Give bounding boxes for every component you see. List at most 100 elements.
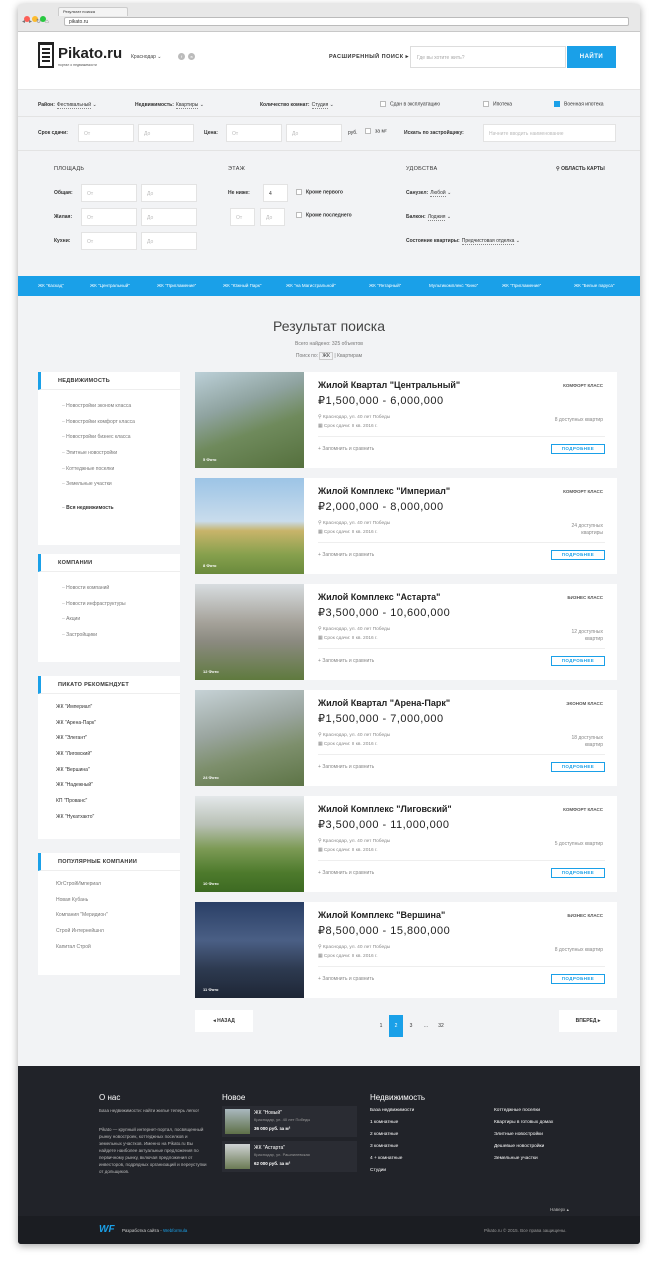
sidebar-item[interactable]: Новостройки комфорт класса (38, 415, 180, 431)
category-link[interactable]: ЖК "Пригламение" (502, 283, 541, 288)
search-button[interactable]: НАЙТИ (567, 46, 616, 68)
not-last-checkbox[interactable]: Кроме последнего (296, 212, 352, 218)
sidebar-item[interactable]: Акции (38, 612, 180, 628)
sidebar-item[interactable]: ЖК "Арена-Парк" (38, 716, 180, 732)
category-link[interactable]: ЖК "Центральный" (90, 283, 130, 288)
city-select[interactable]: Краснодар ⌄ (131, 54, 161, 60)
estate-select[interactable]: Квартиры (175, 102, 199, 109)
result-card[interactable]: 5 Фото Жилой Квартал "Центральный" ₽1,50… (195, 372, 617, 468)
card-title[interactable]: Жилой Комплекс "Вершина" (318, 910, 445, 920)
details-button[interactable]: ПОДРОБНЕЕ (551, 444, 605, 454)
sidebar-item[interactable]: Новости инфраструктуры (38, 597, 180, 613)
card-title[interactable]: Жилой Комплекс "Астарта" (318, 592, 440, 602)
compare-link[interactable]: + Запомнить и сравнить (318, 976, 374, 982)
map-area-link[interactable]: ⚲ ОБЛАСТЬ КАРТЫ (556, 166, 605, 172)
facebook-icon[interactable]: f (178, 53, 185, 60)
category-link[interactable]: ЖК "Янтарный" (369, 283, 401, 288)
area-total-to[interactable]: До (141, 184, 197, 202)
sidebar-item[interactable]: Строй Интернейшнл (38, 924, 180, 940)
not-first-checkbox[interactable]: Кроме первого (296, 189, 343, 195)
term-from-input[interactable]: От (78, 124, 134, 142)
sidebar-item[interactable]: Коттеджные поселки (38, 462, 180, 478)
per-m2-checkbox[interactable]: за м² (365, 128, 387, 134)
browser-tab[interactable]: Результат поиска (58, 7, 128, 16)
card-title[interactable]: Жилой Квартал "Арена-Парк" (318, 698, 450, 708)
category-link[interactable]: ЖК "на Магистральной" (286, 283, 336, 288)
compare-link[interactable]: + Запомнить и сравнить (318, 870, 374, 876)
sidebar-item[interactable]: ЖК "Вершина" (38, 763, 180, 779)
prev-page-button[interactable]: ◂ НАЗАД (195, 1010, 253, 1032)
category-link[interactable]: ЖК "Каскад" (38, 283, 64, 288)
card-photo[interactable]: 5 Фото (195, 372, 304, 468)
term-to-input[interactable]: До (138, 124, 194, 142)
next-page-button[interactable]: ВПЕРЕД ▸ (559, 1010, 617, 1032)
footer-link[interactable]: 3 комнатные (370, 1144, 398, 1149)
footer-link[interactable]: 1 комнатные (370, 1120, 398, 1125)
rooms-select[interactable]: Студия (311, 102, 329, 109)
sidebar-item[interactable]: Земельные участки (38, 477, 180, 493)
footer-link[interactable]: Земельные участки (494, 1156, 538, 1161)
result-card[interactable]: 12 Фото Жилой Комплекс "Астарта" ₽3,500,… (195, 584, 617, 680)
bathroom-select[interactable]: Любой (430, 190, 446, 197)
area-total-from[interactable]: От (81, 184, 137, 202)
area-living-to[interactable]: До (141, 208, 197, 226)
compare-link[interactable]: + Запомнить и сравнить (318, 658, 374, 664)
footer-link[interactable]: База недвижимости (370, 1108, 414, 1113)
footer-link[interactable]: Дешевые новостройки (494, 1144, 544, 1149)
logo-text[interactable]: Pikato.ru (58, 45, 122, 62)
sidebar-item[interactable]: Элитные новостройки (38, 446, 180, 462)
developer-input[interactable]: Начните вводить наименование (483, 124, 616, 142)
price-to-input[interactable]: До (286, 124, 342, 142)
building-logo-icon[interactable] (38, 42, 54, 68)
sidebar-item[interactable]: Новостройки бизнес класса (38, 430, 180, 446)
details-button[interactable]: ПОДРОБНЕЕ (551, 656, 605, 666)
result-card[interactable]: 8 Фото Жилой Комплекс "Империал" ₽2,000,… (195, 478, 617, 574)
footer-link[interactable]: Элитные новостройки (494, 1132, 543, 1137)
sidebar-item[interactable]: ЖК "Элегант" (38, 731, 180, 747)
card-title[interactable]: Жилой Комплекс "Лиговский" (318, 804, 452, 814)
commissioned-checkbox[interactable]: Сдан в эксплуатацию (380, 101, 440, 107)
compare-link[interactable]: + Запомнить и сравнить (318, 446, 374, 452)
military-mortgage-checkbox[interactable]: Военная ипотека (554, 101, 604, 107)
category-link[interactable]: ЖК "Белые паруса" (574, 283, 615, 288)
area-kitchen-from[interactable]: От (81, 232, 137, 250)
sidebar-item[interactable]: ЮгСтройИмпериал (38, 877, 180, 893)
footer-news-item[interactable]: ЖК "Новый" Краснодар, ул. 40 лет Победы 36… (222, 1106, 357, 1137)
details-button[interactable]: ПОДРОБНЕЕ (551, 974, 605, 984)
vk-icon[interactable]: в (188, 53, 195, 60)
details-button[interactable]: ПОДРОБНЕЕ (551, 762, 605, 772)
floor-min-input[interactable]: 4 (263, 184, 288, 202)
address-bar[interactable]: pikato.ru (64, 17, 629, 26)
sidebar-item[interactable]: Капитал Строй (38, 940, 180, 956)
price-from-input[interactable]: От (226, 124, 282, 142)
footer-link[interactable]: Квартиры в готовых домах (494, 1120, 553, 1125)
condition-select[interactable]: Предчистовая отделка (461, 238, 515, 245)
floor-from-input[interactable]: От (230, 208, 255, 226)
card-title[interactable]: Жилой Комплекс "Империал" (318, 486, 450, 496)
search-input[interactable]: Где вы хотите жить? (410, 46, 566, 68)
page-link-current[interactable]: 2 (389, 1015, 403, 1037)
developer-link[interactable]: Webformula (163, 1228, 187, 1233)
card-photo[interactable]: 24 Фото (195, 690, 304, 786)
compare-link[interactable]: + Запомнить и сравнить (318, 552, 374, 558)
area-kitchen-to[interactable]: До (141, 232, 197, 250)
category-link[interactable]: Мультикомплекс "Кино" (429, 283, 478, 288)
result-card[interactable]: 24 Фото Жилой Квартал "Арена-Парк" ₽1,50… (195, 690, 617, 786)
sidebar-item[interactable]: Застройщики (38, 628, 180, 644)
sidebar-item[interactable]: ЖК "Нукатхакто" (38, 810, 180, 826)
sidebar-item[interactable]: ЖК "Империал" (38, 700, 180, 716)
page-link[interactable]: 1 (374, 1015, 388, 1037)
by-complex-tab[interactable]: ЖК (319, 352, 333, 360)
sidebar-item[interactable]: Новости компаний (38, 581, 180, 597)
category-link[interactable]: ЖК "Южный Парк" (223, 283, 261, 288)
card-title[interactable]: Жилой Квартал "Центральный" (318, 380, 460, 390)
result-card[interactable]: 11 Фото Жилой Комплекс "Вершина" ₽8,500,… (195, 902, 617, 998)
details-button[interactable]: ПОДРОБНЕЕ (551, 550, 605, 560)
by-flats-tab[interactable]: Квартирам (337, 353, 362, 359)
page-link[interactable]: 3 (404, 1015, 418, 1037)
sidebar-item[interactable]: Новостройки эконом класса (38, 399, 180, 415)
footer-link[interactable]: 2 комнатные (370, 1132, 398, 1137)
sidebar-item[interactable]: КП "Прованс" (38, 794, 180, 810)
result-card[interactable]: 10 Фото Жилой Комплекс "Лиговский" ₽3,50… (195, 796, 617, 892)
forward-icon[interactable]: ▸ (29, 19, 32, 25)
